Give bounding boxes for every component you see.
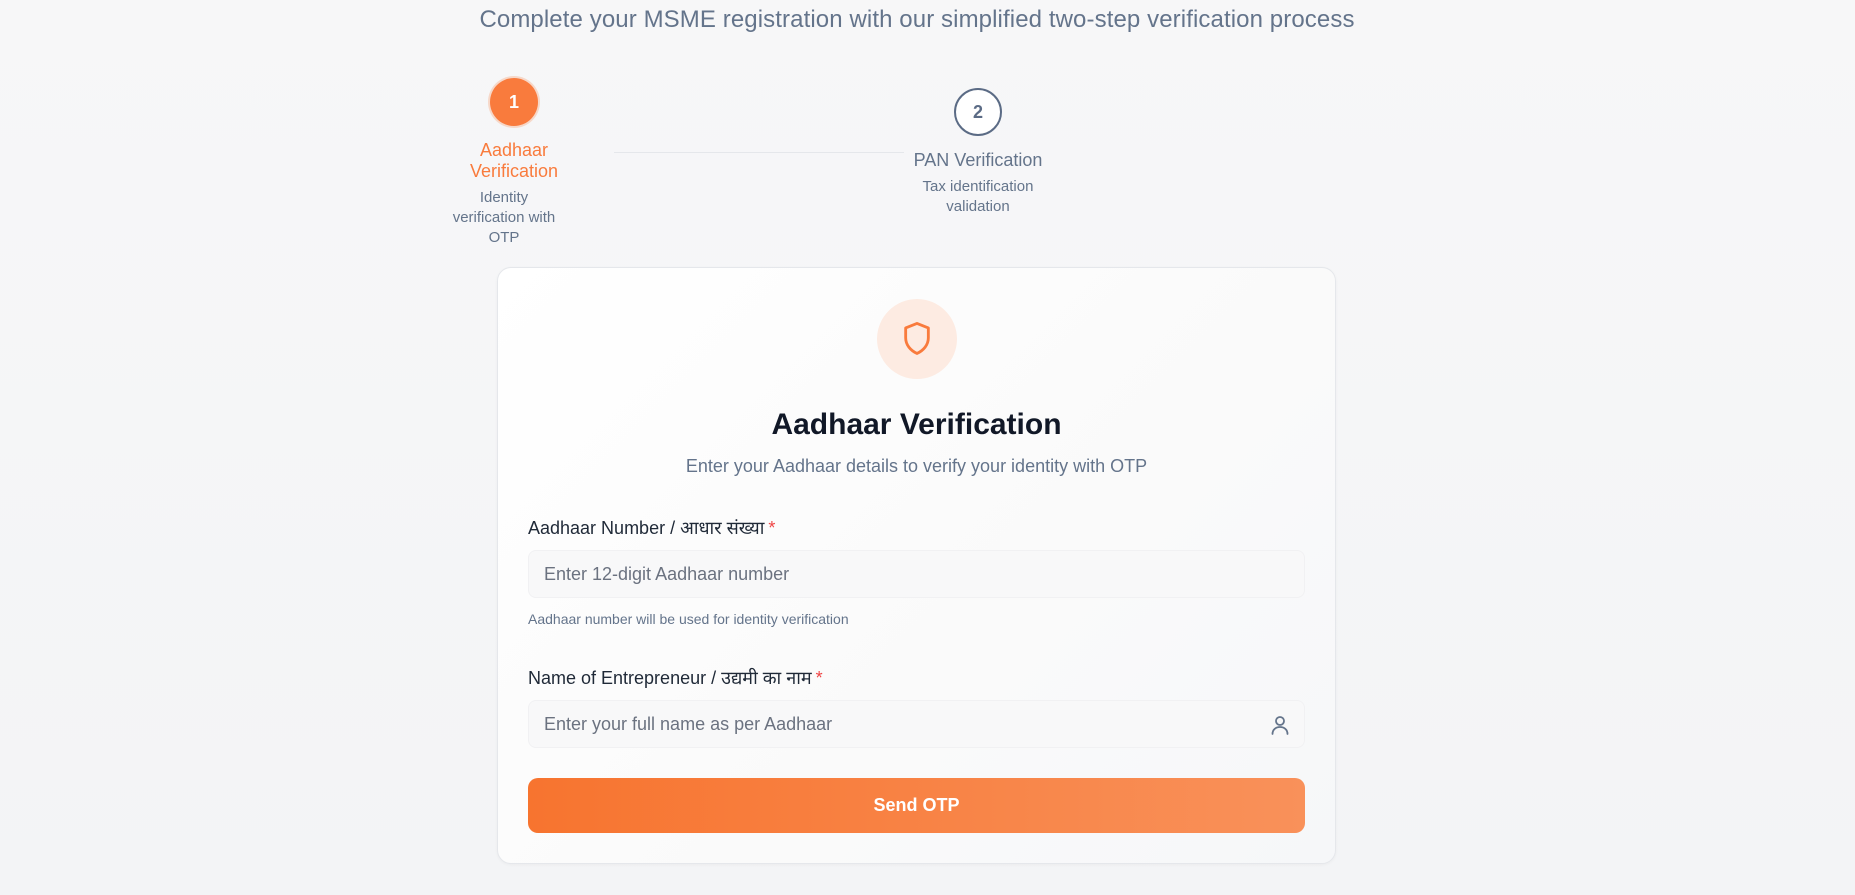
entrepreneur-name-input[interactable] [529, 700, 1304, 748]
field-label-text: Name of Entrepreneur / उद्यमी का नाम [528, 668, 812, 688]
aadhaar-number-input[interactable] [529, 550, 1304, 598]
step-title: PAN Verification [913, 150, 1043, 170]
aadhaar-helper-text: Aadhaar number will be used for identity… [528, 611, 849, 627]
step-description: Tax identification validation [922, 178, 1034, 215]
step-title: Aadhaar Verification [469, 140, 559, 181]
step-description: Identity verification with OTP [452, 189, 556, 246]
field-label-text: Aadhaar Number / आधार संख्या [528, 518, 765, 538]
step-aadhaar-verification: 1 Aadhaar Verification Identity verifica… [434, 78, 594, 248]
page-subtitle: Complete your MSME registration with our… [479, 6, 1355, 33]
card-title: Aadhaar Verification [771, 408, 1062, 441]
step-number-badge: 2 [954, 88, 1002, 136]
step-pan-verification: 2 PAN Verification Tax identification va… [898, 88, 1058, 217]
aadhaar-verification-card: Aadhaar Verification Enter your Aadhaar … [497, 267, 1336, 864]
step-connector [614, 152, 904, 153]
required-marker: * [815, 668, 823, 688]
step-number-badge: 1 [490, 78, 538, 126]
entrepreneur-name-label: Name of Entrepreneur / उद्यमी का नाम * [528, 666, 823, 690]
aadhaar-number-label: Aadhaar Number / आधार संख्या * [528, 516, 775, 540]
shield-icon [904, 321, 930, 355]
card-subtitle: Enter your Aadhaar details to verify you… [685, 456, 1148, 476]
entrepreneur-name-field-box [528, 700, 1305, 748]
send-otp-button[interactable]: Send OTP [528, 778, 1305, 833]
required-marker: * [768, 518, 776, 538]
user-icon [1271, 716, 1289, 735]
aadhaar-number-field-box [528, 550, 1305, 598]
shield-icon-badge [877, 299, 957, 379]
registration-page: Complete your MSME registration with our… [0, 0, 1855, 895]
